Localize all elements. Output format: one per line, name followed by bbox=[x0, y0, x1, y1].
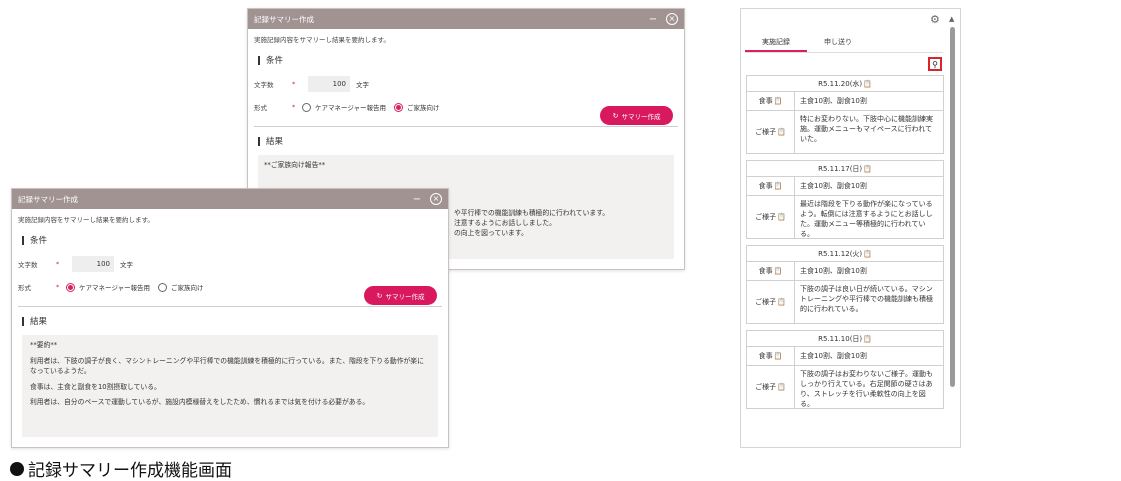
result-line: や平行棒での機能訓練も積極的に行われています。 bbox=[454, 208, 610, 217]
condition-heading: 条件 bbox=[248, 54, 684, 66]
summary-create-button[interactable]: ↻ サマリー作成 bbox=[364, 286, 437, 305]
dialog-title: 記録サマリー作成 bbox=[18, 194, 78, 204]
meal-value: 主食10割、副食10割 bbox=[800, 352, 867, 360]
clipboard-icon: 📋 bbox=[773, 182, 783, 190]
figure-caption: 記録サマリー作成機能画面 bbox=[10, 456, 232, 481]
minimize-button[interactable]: − bbox=[410, 194, 424, 205]
gear-icon[interactable]: ⚙ bbox=[930, 13, 940, 26]
summary-dialog-front: 記録サマリー作成 − × 実施記録内容をサマリーし結果を要約します。 条件 文字… bbox=[11, 188, 449, 448]
meal-value: 主食10割、副食10割 bbox=[800, 97, 867, 105]
result-heading: 結果 bbox=[12, 315, 448, 327]
record-card: R5.11.12(火)📋 食事 📋 主食10割、副食10割 ご様子 📋 下肢の調子は良い… bbox=[746, 245, 944, 324]
clipboard-icon: 📋 bbox=[777, 213, 786, 221]
bullet-icon bbox=[10, 461, 24, 476]
clipboard-icon: 📋 bbox=[863, 250, 872, 258]
clipboard-icon: 📋 bbox=[777, 383, 786, 391]
result-line: **ご家族向け報告** bbox=[264, 161, 326, 169]
dialog-description: 実施記録内容をサマリーし結果を要約します。 bbox=[18, 216, 154, 224]
refresh-icon: ↻ bbox=[612, 111, 619, 120]
record-card: R5.11.17(日)📋 食事 📋 主食10割、副食10割 ご様子 📋 最近は階段を下り… bbox=[746, 160, 944, 239]
condition-label: ご様子 📋 bbox=[747, 111, 795, 153]
meal-label: 食事 📋 bbox=[747, 347, 795, 365]
result-line: **要約** bbox=[30, 341, 58, 349]
meal-label: 食事 📋 bbox=[747, 177, 795, 195]
meal-label: 食事 📋 bbox=[747, 92, 795, 110]
format-radio-caremanager[interactable]: ケアマネージャー報告用 bbox=[302, 102, 386, 112]
char-count-row: 文字数 * 100 文字 bbox=[248, 76, 684, 92]
clipboard-icon: 📋 bbox=[773, 352, 783, 360]
record-card: R5.11.10(日)📋 食事 📋 主食10割、副食10割 ご様子 📋 下肢の調子はお変… bbox=[746, 330, 944, 409]
collapse-icon[interactable]: ▲ bbox=[949, 15, 954, 23]
condition-label: ご様子 📋 bbox=[747, 281, 795, 323]
summary-create-button[interactable]: ↻ サマリー作成 bbox=[600, 106, 673, 125]
condition-heading: 条件 bbox=[12, 234, 448, 246]
scrollbar[interactable] bbox=[950, 27, 955, 387]
dialog-description: 実施記録内容をサマリーし結果を要約します。 bbox=[254, 36, 390, 44]
clipboard-icon: 📋 bbox=[863, 80, 872, 88]
clipboard-icon: 📋 bbox=[777, 128, 786, 136]
record-date: R5.11.10(日)📋 bbox=[747, 331, 943, 347]
result-line: 注意するようにお話ししました。 bbox=[454, 218, 556, 227]
close-button[interactable]: × bbox=[430, 193, 442, 205]
meal-value: 主食10割、副食10割 bbox=[800, 267, 867, 275]
tab-records[interactable]: 実施記録 bbox=[745, 31, 807, 52]
close-button[interactable]: × bbox=[666, 13, 678, 25]
result-line: の向上を図っています。 bbox=[454, 228, 528, 237]
clipboard-icon: 📋 bbox=[777, 298, 786, 306]
clipboard-icon: 📋 bbox=[773, 267, 783, 275]
panel-tabs: 実施記録 申し送り bbox=[745, 31, 943, 53]
clipboard-icon: 📋 bbox=[863, 165, 872, 173]
meal-label: 食事 📋 bbox=[747, 262, 795, 280]
result-line: 利用者は、下肢の調子が良く、マシントレーニングや平行棒での機能訓練を積極的に行っ… bbox=[30, 356, 424, 375]
condition-label: ご様子 📋 bbox=[747, 196, 795, 238]
clipboard-icon: 📋 bbox=[773, 97, 783, 105]
record-list: R5.11.20(水)📋 食事 📋 主食10割、副食10割 ご様子 📋 特にお変わりない… bbox=[746, 75, 944, 415]
refresh-icon: ↻ bbox=[376, 291, 383, 300]
record-date: R5.11.17(日)📋 bbox=[747, 161, 943, 177]
record-card: R5.11.20(水)📋 食事 📋 主食10割、副食10割 ご様子 📋 特にお変わりない… bbox=[746, 75, 944, 154]
clipboard-icon: 📋 bbox=[863, 335, 872, 343]
result-line: 利用者は、自分のペースで運動しているが、施設内模様替えをしたため、慣れるまでは気… bbox=[30, 398, 370, 407]
pin-icon[interactable]: ⚲ bbox=[928, 57, 942, 71]
meal-value: 主食10割、副食10割 bbox=[800, 182, 867, 190]
result-line: 食事は、主食と副食を10割摂取している。 bbox=[30, 382, 161, 391]
format-radio-caremanager[interactable]: ケアマネージャー報告用 bbox=[66, 282, 150, 292]
minimize-button[interactable]: − bbox=[646, 14, 660, 25]
record-date: R5.11.20(水)📋 bbox=[747, 76, 943, 92]
condition-value: 特にお変わりない。下肢中心に機能訓練実施。運動メニューもマイペースに行われていた… bbox=[800, 115, 933, 144]
char-count-row: 文字数 * 100 文字 bbox=[12, 256, 448, 272]
condition-value: 最近は階段を下りる動作が楽になっているよう。転倒には注意するようにとお話しした。… bbox=[800, 200, 933, 239]
char-count-input[interactable]: 100 bbox=[72, 256, 114, 272]
record-panel: ⚙ ▲ 実施記録 申し送り ⚲ R5.11.20(水)📋 食事 📋 主食10割、副食… bbox=[740, 8, 961, 448]
result-box: **要約** 利用者は、下肢の調子が良く、マシントレーニングや平行棒での機能訓練… bbox=[22, 335, 438, 437]
condition-value: 下肢の調子はお変わりないご様子。運動もしっかり行えている。右足関節の硬さはあり、… bbox=[800, 370, 933, 409]
result-heading: 結果 bbox=[248, 135, 684, 147]
dialog-titlebar: 記録サマリー作成 − × bbox=[12, 189, 448, 209]
condition-value: 下肢の調子は良い日が続いている。マシントレーニングや平行棒での機能訓練も積極的に… bbox=[800, 285, 933, 314]
char-count-input[interactable]: 100 bbox=[308, 76, 350, 92]
format-radio-family[interactable]: ご家族向け bbox=[158, 282, 204, 292]
format-radio-family[interactable]: ご家族向け bbox=[394, 102, 440, 112]
record-date: R5.11.12(火)📋 bbox=[747, 246, 943, 262]
condition-label: ご様子 📋 bbox=[747, 366, 795, 408]
dialog-titlebar: 記録サマリー作成 − × bbox=[248, 9, 684, 29]
tab-handover[interactable]: 申し送り bbox=[807, 31, 869, 52]
dialog-title: 記録サマリー作成 bbox=[254, 14, 314, 24]
